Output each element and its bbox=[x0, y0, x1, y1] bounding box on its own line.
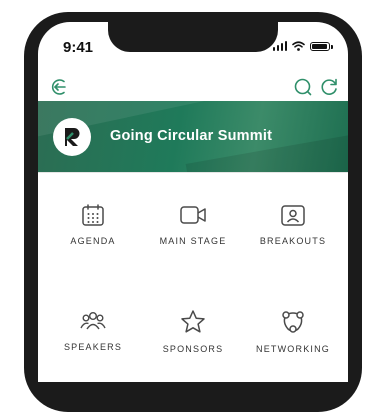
breakout-room-icon bbox=[281, 205, 305, 226]
tile-speakers[interactable]: SPEAKERS bbox=[43, 308, 143, 352]
refresh-button[interactable] bbox=[318, 76, 340, 98]
battery-icon bbox=[310, 41, 333, 51]
search-button[interactable] bbox=[292, 76, 314, 98]
tile-label: NETWORKING bbox=[256, 344, 330, 354]
r-logo-icon bbox=[65, 128, 80, 146]
tile-label: AGENDA bbox=[70, 236, 116, 246]
cellular-signal-icon bbox=[272, 41, 287, 51]
refresh-icon bbox=[321, 78, 337, 95]
video-camera-icon bbox=[180, 206, 206, 224]
tile-breakouts[interactable]: BREAKOUTS bbox=[243, 202, 343, 246]
search-icon bbox=[294, 78, 312, 96]
calendar-icon bbox=[82, 204, 104, 226]
status-time: 9:41 bbox=[63, 39, 94, 56]
tile-label: BREAKOUTS bbox=[259, 236, 327, 246]
wifi-icon bbox=[292, 41, 305, 51]
event-banner: Going Circular Summit bbox=[38, 101, 348, 172]
logout-icon bbox=[51, 79, 66, 95]
banner-divider bbox=[38, 172, 348, 173]
phone-notch bbox=[108, 22, 278, 52]
network-icon bbox=[282, 311, 304, 333]
logout-button[interactable] bbox=[50, 76, 72, 98]
star-icon bbox=[181, 310, 205, 333]
tile-label: SPONSORS bbox=[162, 344, 224, 354]
tile-main-stage[interactable]: MAIN STAGE bbox=[143, 202, 243, 246]
people-group-icon bbox=[80, 311, 106, 330]
tile-sponsors[interactable]: SPONSORS bbox=[143, 308, 243, 354]
tile-label: SPEAKERS bbox=[63, 342, 123, 352]
event-title: Going Circular Summit bbox=[110, 128, 273, 144]
tile-networking[interactable]: NETWORKING bbox=[243, 308, 343, 354]
event-logo bbox=[53, 118, 91, 156]
tile-agenda[interactable]: AGENDA bbox=[43, 202, 143, 246]
tile-label: MAIN STAGE bbox=[159, 236, 227, 246]
app-screen: 9:41 Going Circular Summit AGENDA MAIN S… bbox=[38, 22, 348, 382]
status-icons bbox=[272, 41, 333, 51]
